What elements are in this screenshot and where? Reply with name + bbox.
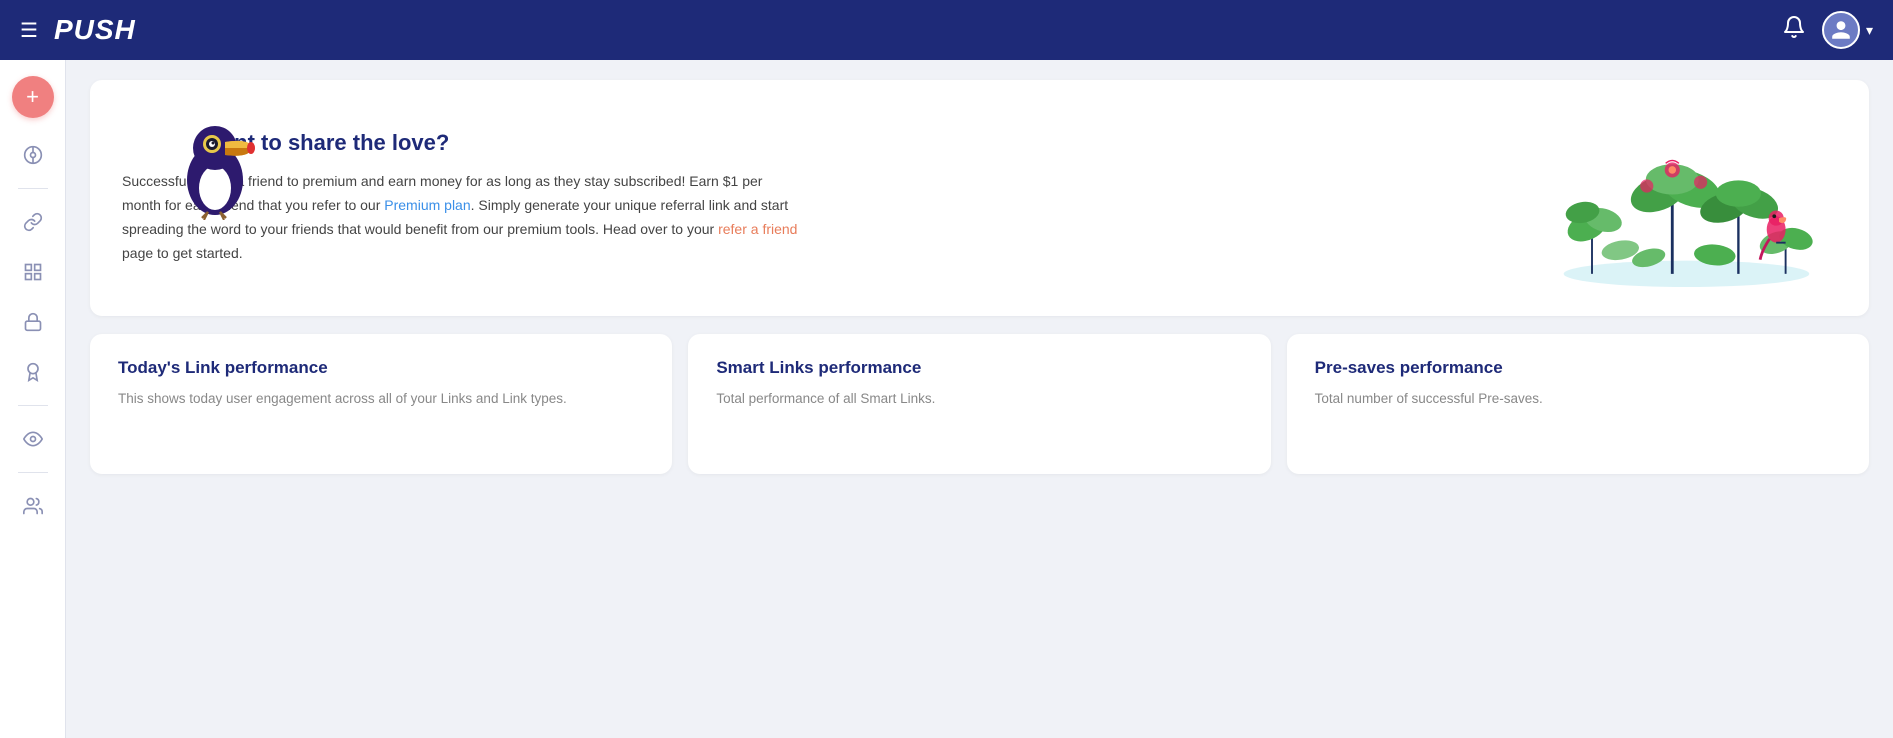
sidebar-item-audience[interactable] [12,485,54,527]
bell-icon[interactable] [1782,15,1806,45]
sidebar-divider-1 [18,188,48,189]
card-smart-title: Smart Links performance [716,358,1242,378]
toucan-illustration [170,100,260,225]
sidebar-item-campaigns[interactable] [12,251,54,293]
card-today-desc: This shows today user engagement across … [118,388,644,410]
avatar-button[interactable]: ▾ [1822,11,1873,49]
referral-banner: Want to share the love? Successfully ref… [90,80,1869,316]
logo: PUSH [54,14,136,46]
card-smart-links: Smart Links performance Total performanc… [688,334,1270,474]
card-presaves: Pre-saves performance Total number of su… [1287,334,1869,474]
sidebar-divider-2 [18,405,48,406]
card-smart-desc: Total performance of all Smart Links. [716,388,1242,410]
avatar [1822,11,1860,49]
sidebar-item-achievements[interactable] [12,351,54,393]
sidebar-divider-3 [18,472,48,473]
top-nav: ☰ PUSH ▾ [0,0,1893,60]
sidebar-item-lock[interactable] [12,301,54,343]
sidebar-item-links[interactable] [12,201,54,243]
main-content: Want to share the love? Successfully ref… [66,60,1893,738]
main-layout: + [0,60,1893,738]
refer-friend-link[interactable]: refer a friend [718,221,797,237]
plant-illustration [1517,108,1837,288]
card-today-title: Today's Link performance [118,358,644,378]
card-presaves-desc: Total number of successful Pre-saves. [1315,388,1841,410]
chevron-down-icon: ▾ [1866,22,1873,39]
cards-row: Today's Link performance This shows toda… [90,334,1869,474]
sidebar: + [0,60,66,738]
referral-title: Want to share the love? [202,130,802,156]
card-today-performance: Today's Link performance This shows toda… [90,334,672,474]
sidebar-item-visibility[interactable] [12,418,54,460]
sidebar-item-dashboard[interactable] [12,134,54,176]
premium-link[interactable]: Premium plan [384,197,470,213]
add-button[interactable]: + [12,76,54,118]
card-presaves-title: Pre-saves performance [1315,358,1841,378]
hamburger-icon[interactable]: ☰ [20,18,38,43]
